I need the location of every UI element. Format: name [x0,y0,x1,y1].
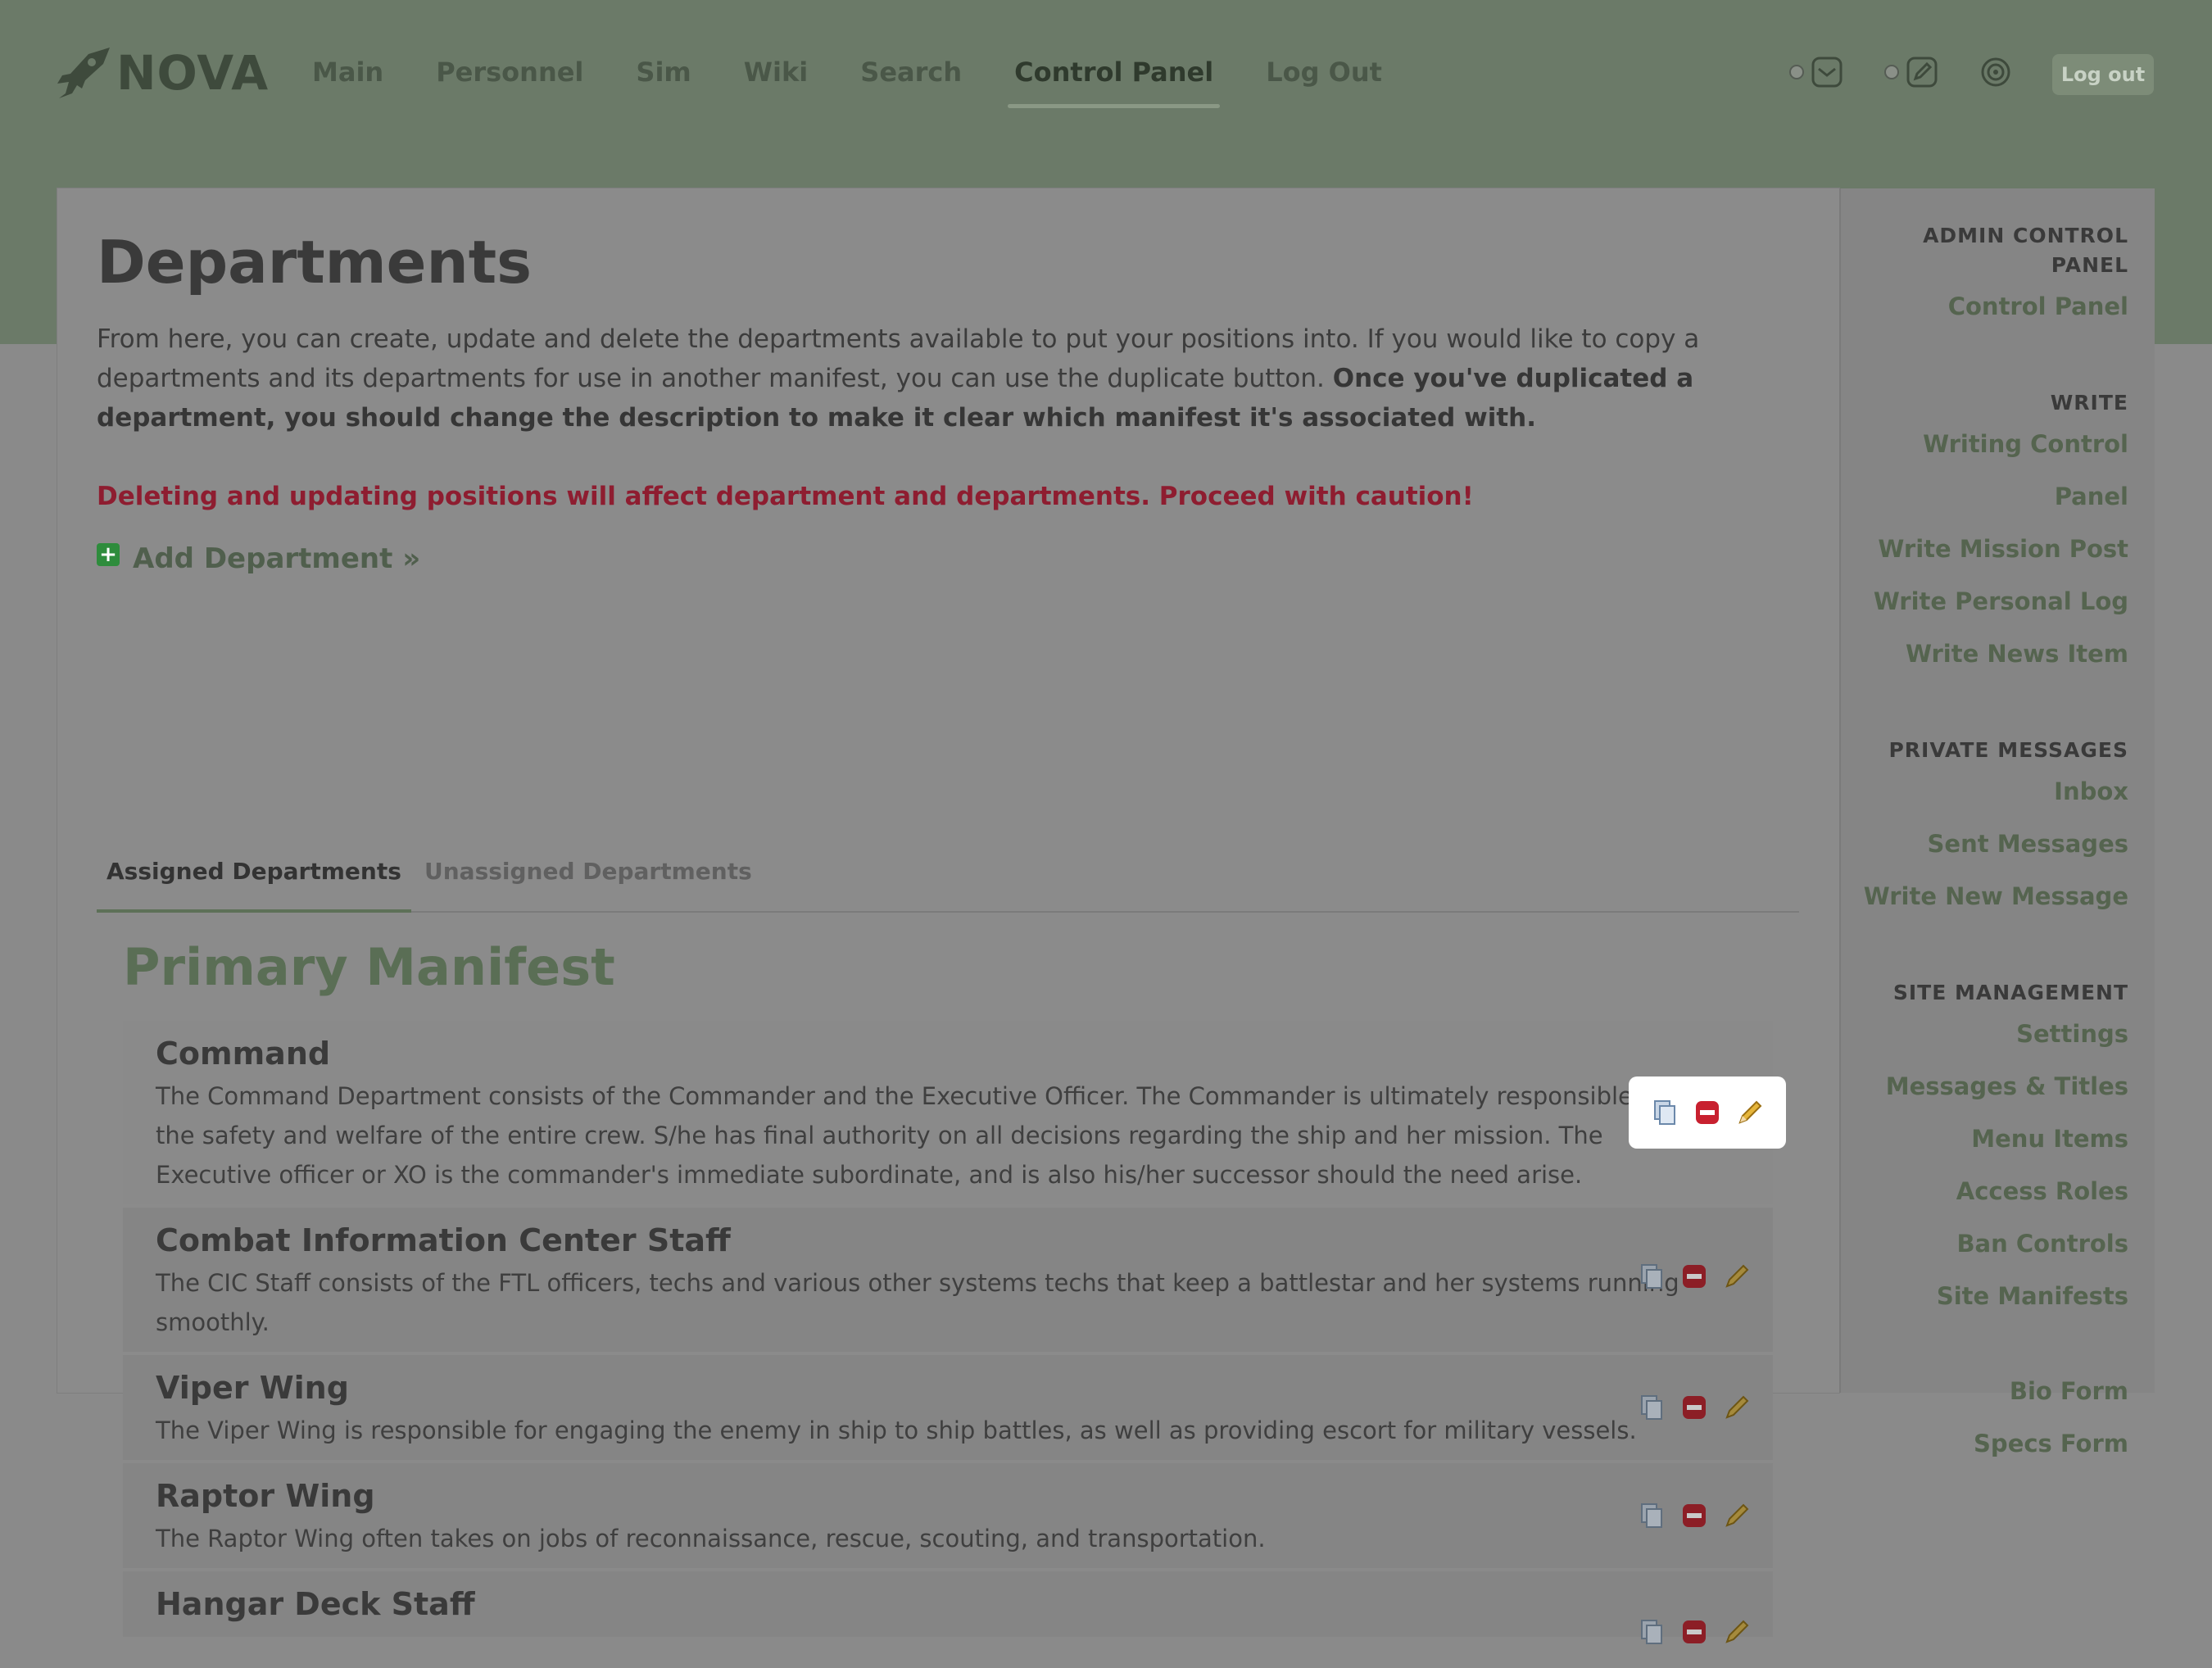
sidebar-item-access-roles[interactable]: Access Roles [1841,1165,2128,1217]
sidebar-item-menu-items[interactable]: Menu Items [1841,1113,2128,1165]
duplicate-icon[interactable] [1650,1098,1679,1127]
department-name: Hangar Deck Staff [156,1586,475,1622]
department-name: Combat Information Center Staff [156,1222,731,1258]
department-actions [1629,1076,1786,1149]
admin-sidebar: ADMIN CONTROL PANEL Control Panel WRITE … [1839,188,2155,1457]
warning-message: Deleting and updating positions will aff… [97,482,1474,511]
sidebar-heading-admin: ADMIN CONTROL PANEL [1923,224,2128,277]
add-department-link[interactable]: + Add Department » [97,542,420,575]
add-department-label: Add Department » [133,542,421,575]
nav-main[interactable]: Main [312,51,383,93]
edit-icon[interactable] [1722,1393,1752,1422]
department-name: Command [156,1036,331,1072]
edit-icon[interactable] [1722,1501,1752,1530]
delete-icon[interactable] [1679,1262,1709,1291]
sidebar-item-inbox[interactable]: Inbox [1841,765,2128,818]
main-nav: Main Personnel Sim Wiki Search Control P… [312,51,1435,108]
department-name: Viper Wing [156,1370,349,1406]
sidebar-heading-private-messages: PRIVATE MESSAGES [1888,738,2128,762]
department-actions [1616,1240,1773,1312]
top-header: NOVA Main Personnel Sim Wiki Search Cont… [0,0,2212,147]
duplicate-icon[interactable] [1637,1617,1666,1647]
department-description: The Viper Wing is responsible for engagi… [156,1416,1637,1444]
department-description: The Raptor Wing often takes on jobs of r… [156,1525,1266,1552]
department-list: Command The Command Department consists … [123,1021,1786,1644]
duplicate-icon[interactable] [1637,1393,1666,1422]
main-content-card: Departments From here, you can create, u… [57,188,1839,1644]
department-name: Raptor Wing [156,1478,375,1514]
write-icon[interactable] [1906,56,1938,88]
department-actions [1616,1480,1773,1552]
sidebar-item-site-manifests[interactable]: Site Manifests [1841,1270,2128,1322]
nav-personnel[interactable]: Personnel [436,51,583,93]
sidebar-item-write-personal-log[interactable]: Write Personal Log [1841,575,2128,628]
delete-icon[interactable] [1679,1617,1709,1647]
department-row: Hangar Deck Staff [123,1571,1773,1644]
edit-icon[interactable] [1735,1098,1765,1127]
department-description: The CIC Staff consists of the FTL office… [156,1269,1679,1336]
edit-icon[interactable] [1722,1262,1752,1291]
nav-control-panel[interactable]: Control Panel [1008,51,1221,108]
department-row: Viper Wing The Viper Wing is responsible… [123,1355,1773,1460]
nav-wiki[interactable]: Wiki [744,51,809,93]
nova-logo[interactable]: NOVA [56,46,269,100]
sidebar-heading-write: WRITE [2050,391,2128,415]
sidebar-item-write-mission-post[interactable]: Write Mission Post [1841,523,2128,575]
page-title: Departments [97,228,533,297]
sidebar-item-writing-control-panel[interactable]: Writing Control Panel [1841,418,2128,523]
header-icons [1789,56,2012,88]
sidebar-menu: ADMIN CONTROL PANEL Control Panel WRITE … [1841,221,2128,1470]
write-status-dot [1884,65,1899,79]
sidebar-item-specs-form[interactable]: Specs Form [1841,1417,2128,1470]
department-row: Combat Information Center Staff The CIC … [123,1208,1773,1352]
duplicate-icon[interactable] [1637,1501,1666,1530]
manifest-title: Primary Manifest [123,937,615,997]
intro-paragraph: From here, you can create, update and de… [97,320,1784,437]
sidebar-item-control-panel[interactable]: Control Panel [1841,280,2128,333]
edit-icon[interactable] [1722,1617,1752,1647]
plus-icon: + [97,543,120,566]
department-row: Raptor Wing The Raptor Wing often takes … [123,1463,1773,1568]
settings-dial-icon[interactable] [1979,56,2012,88]
sidebar-item-write-news-item[interactable]: Write News Item [1841,628,2128,680]
messages-status-dot [1789,65,1804,79]
sidebar-item-settings[interactable]: Settings [1841,1008,2128,1060]
delete-icon[interactable] [1679,1393,1709,1422]
nav-log-out[interactable]: Log Out [1266,51,1382,93]
nav-sim[interactable]: Sim [636,51,691,93]
logo-text: NOVA [116,45,270,101]
department-row: Command The Command Department consists … [123,1021,1786,1204]
delete-icon[interactable] [1693,1098,1722,1127]
nav-search[interactable]: Search [860,51,962,93]
department-description: The Command Department consists of the C… [156,1082,1673,1189]
rocket-logo-icon [57,48,110,98]
sidebar-item-ban-controls[interactable]: Ban Controls [1841,1217,2128,1270]
tab-unassigned-departments[interactable]: Unassigned Departments [424,844,752,900]
messages-icon[interactable] [1811,56,1843,88]
department-tabs: Assigned Departments Unassigned Departme… [97,844,1799,913]
sidebar-item-sent-messages[interactable]: Sent Messages [1841,818,2128,870]
department-actions [1616,1371,1773,1444]
sidebar-item-write-new-message[interactable]: Write New Message [1841,870,2128,922]
duplicate-icon[interactable] [1637,1262,1666,1291]
department-actions [1616,1596,1773,1668]
tab-assigned-departments[interactable]: Assigned Departments [97,844,411,913]
sidebar-item-messages-titles[interactable]: Messages & Titles [1841,1060,2128,1113]
delete-icon[interactable] [1679,1501,1709,1530]
sidebar-heading-site-management: SITE MANAGEMENT [1892,981,2128,1004]
sidebar-item-bio-form[interactable]: Bio Form [1841,1365,2128,1417]
logout-button[interactable]: Log out [2052,54,2154,95]
